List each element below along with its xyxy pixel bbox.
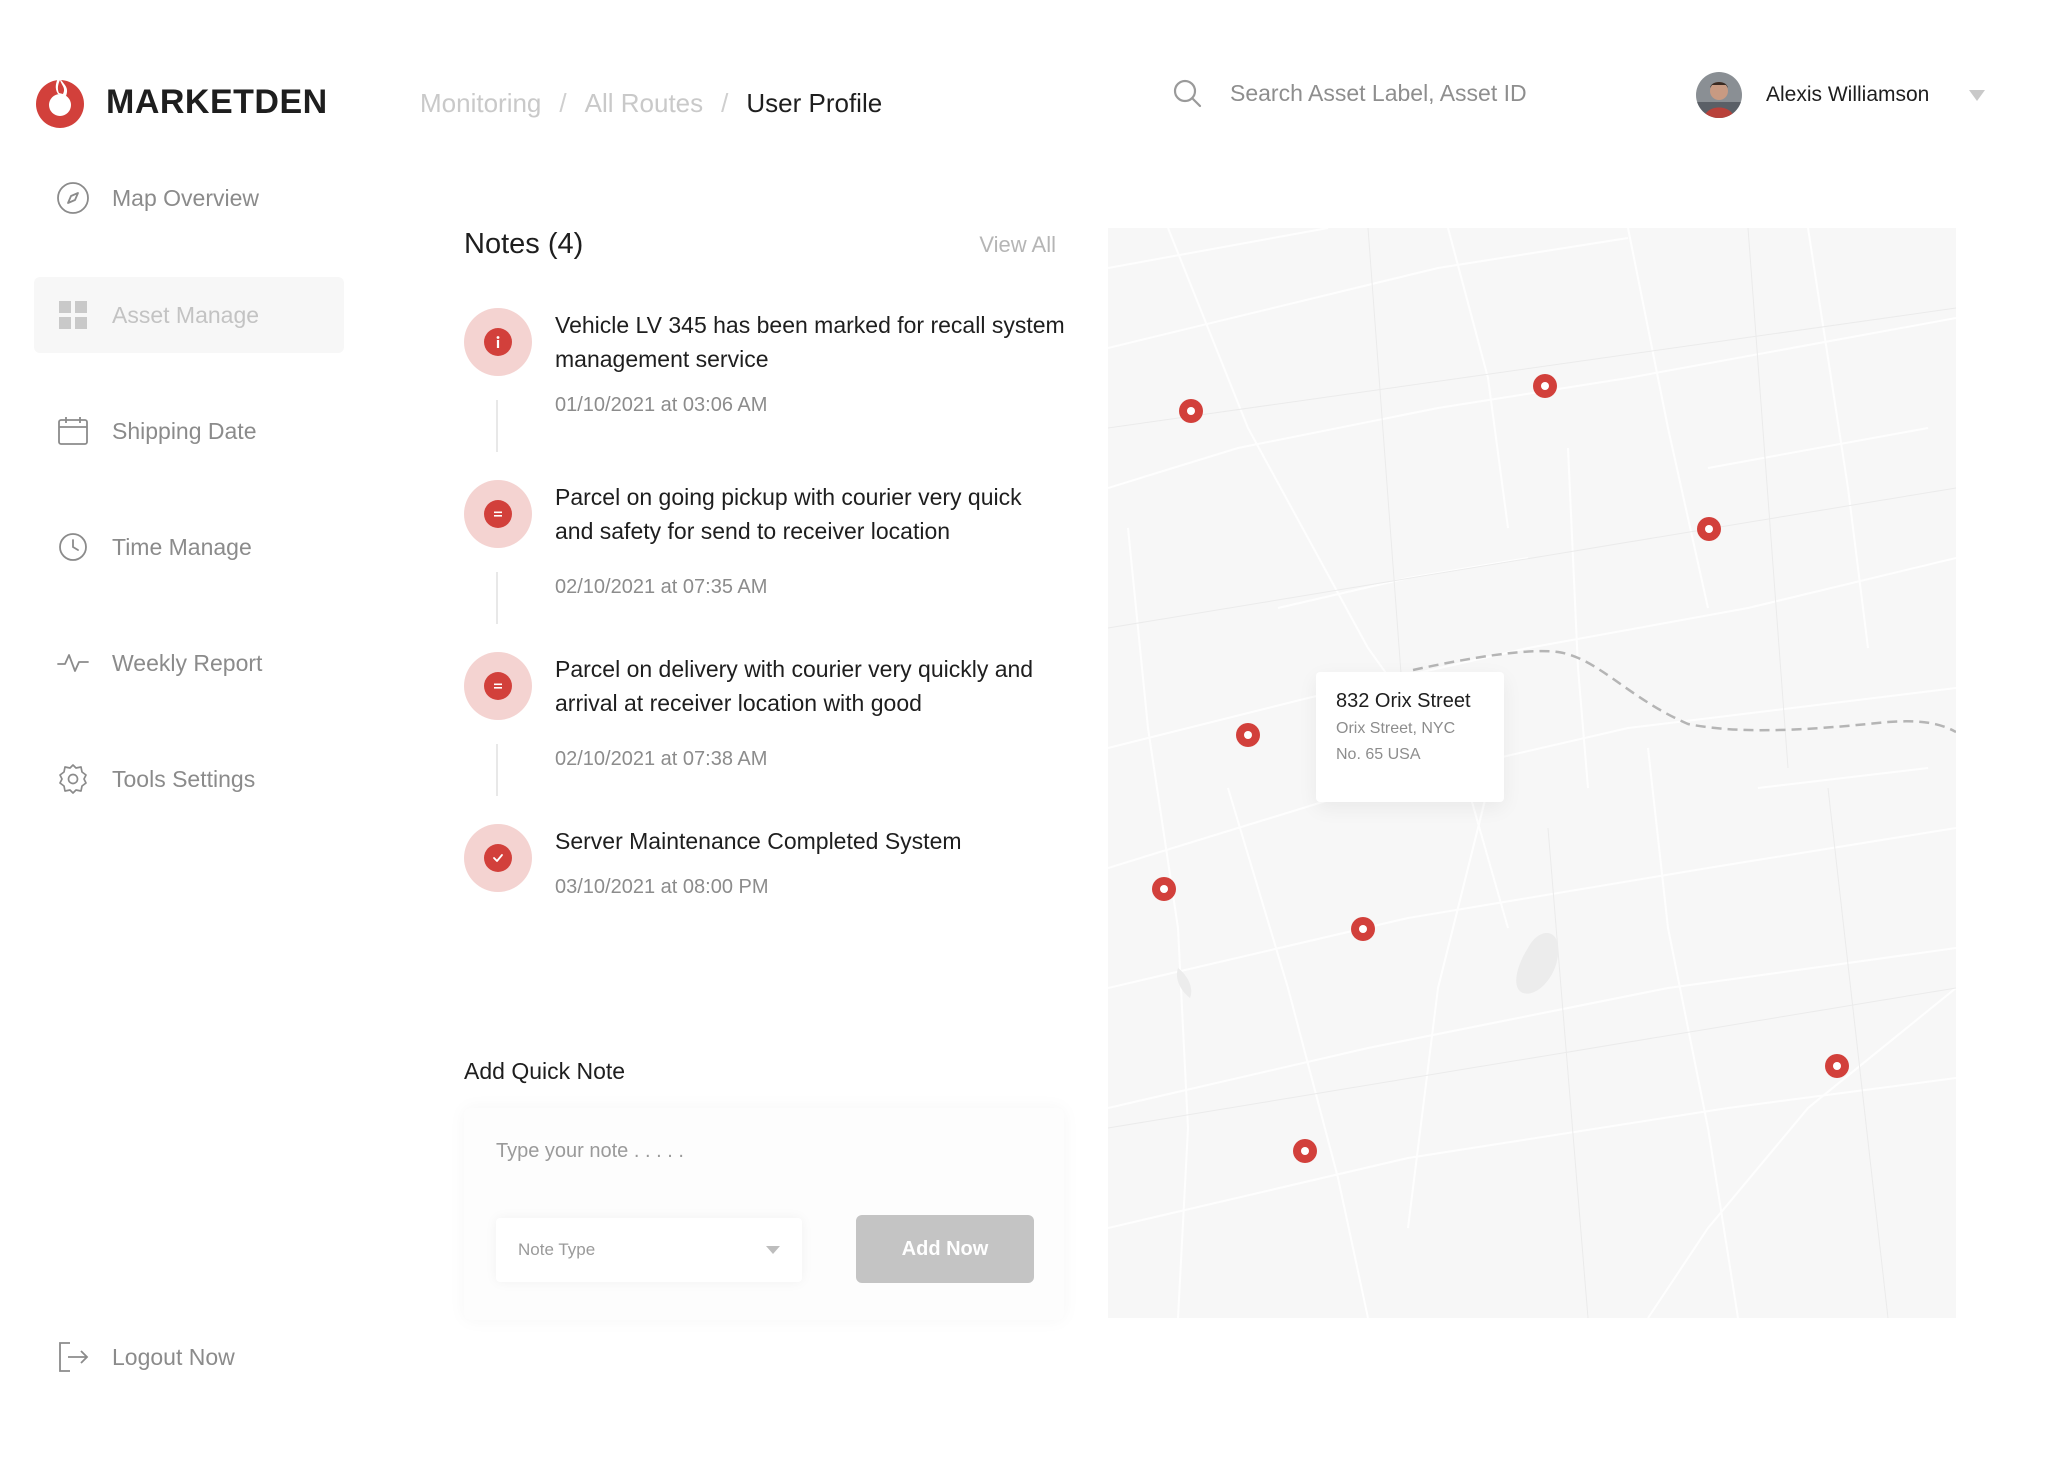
chevron-down-icon xyxy=(766,1246,780,1254)
location-address: No. 65 USA xyxy=(1336,746,1421,763)
sidebar-item-label: Time Manage xyxy=(112,533,252,560)
quick-note-card: Note Type Add Now xyxy=(464,1108,1064,1320)
notes-header: Notes (4) View All xyxy=(464,228,1056,261)
map-pin[interactable] xyxy=(1236,723,1260,747)
sidebar-item-time-manage[interactable]: Time Manage xyxy=(34,509,344,585)
app-name: MARKETDEN xyxy=(106,82,328,121)
note-badge xyxy=(464,652,532,720)
map-pin[interactable] xyxy=(1293,1139,1317,1163)
note-title: Parcel on delivery with courier very qui… xyxy=(555,656,1034,716)
info-icon xyxy=(484,328,512,356)
breadcrumb-monitoring[interactable]: Monitoring xyxy=(420,88,541,119)
pulse-icon xyxy=(56,646,90,680)
note-type-label: Note Type xyxy=(518,1240,596,1259)
user-menu[interactable]: Alexis Williamson xyxy=(1696,72,1986,118)
quick-note-title: Add Quick Note xyxy=(464,1058,626,1084)
sidebar-item-asset-manage[interactable]: Asset Manage xyxy=(34,277,344,353)
breadcrumb-separator: / xyxy=(721,88,729,118)
map-view[interactable]: 832 Orix Street Orix Street, NYC No. 65 … xyxy=(1108,228,1956,1318)
compass-icon xyxy=(56,181,90,215)
note-time: 02/10/2021 at 07:35 AM xyxy=(555,576,768,598)
note-time: 03/10/2021 at 08:00 PM xyxy=(555,876,769,898)
logout-icon xyxy=(56,1340,90,1374)
add-now-button[interactable]: Add Now xyxy=(856,1215,1034,1283)
note-badge xyxy=(464,480,532,548)
calendar-icon xyxy=(56,414,90,448)
chat-icon xyxy=(484,500,512,528)
grid-icon xyxy=(56,298,90,332)
timeline-connector xyxy=(496,744,498,796)
note-title: Vehicle LV 345 has been marked for recal… xyxy=(555,312,1065,372)
location-title: 832 Orix Street xyxy=(1336,690,1471,712)
note-input[interactable] xyxy=(496,1140,1026,1163)
note-time: 01/10/2021 at 03:06 AM xyxy=(555,394,768,416)
timeline-connector xyxy=(496,572,498,624)
note-title: Server Maintenance Completed System xyxy=(555,828,962,854)
map-streets xyxy=(1108,228,1956,1318)
sidebar-item-label: Weekly Report xyxy=(112,649,263,676)
search-icon[interactable] xyxy=(1172,78,1202,108)
breadcrumb-all-routes[interactable]: All Routes xyxy=(585,88,704,119)
notes-title: Notes (4) xyxy=(464,228,584,260)
map-pin[interactable] xyxy=(1152,877,1176,901)
check-icon xyxy=(484,844,512,872)
map-pin[interactable] xyxy=(1697,517,1721,541)
map-pin[interactable] xyxy=(1533,374,1557,398)
note-badge xyxy=(464,824,532,892)
map-pin[interactable] xyxy=(1351,917,1375,941)
user-name: Alexis Williamson xyxy=(1766,83,1930,106)
view-all-link[interactable]: View All xyxy=(979,232,1056,258)
search-input[interactable] xyxy=(1230,79,1650,107)
sidebar-item-label: Asset Manage xyxy=(112,301,260,328)
breadcrumb-separator: / xyxy=(559,88,567,118)
app-logo[interactable]: MARKETDEN xyxy=(32,74,328,130)
sidebar-item-label: Tools Settings xyxy=(112,765,256,792)
note-title: Parcel on going pickup with courier very… xyxy=(555,484,1022,544)
logout-label: Logout Now xyxy=(112,1343,235,1370)
sidebar-item-label: Shipping Date xyxy=(112,417,257,444)
chat-icon xyxy=(484,672,512,700)
sidebar-item-map-overview[interactable]: Map Overview xyxy=(34,160,344,236)
sidebar-item-tools-settings[interactable]: Tools Settings xyxy=(34,741,344,817)
logo-icon xyxy=(36,76,84,128)
map-pin[interactable] xyxy=(1179,399,1203,423)
sidebar-item-weekly-report[interactable]: Weekly Report xyxy=(34,625,344,701)
logout-button[interactable]: Logout Now xyxy=(56,1340,235,1374)
search-bar xyxy=(1172,78,1650,108)
location-card[interactable]: 832 Orix Street Orix Street, NYC No. 65 … xyxy=(1316,672,1504,802)
timeline-connector xyxy=(496,400,498,452)
avatar[interactable] xyxy=(1696,72,1742,118)
chevron-down-icon[interactable] xyxy=(1969,89,1986,101)
map-pin[interactable] xyxy=(1825,1054,1849,1078)
gear-icon xyxy=(56,762,90,796)
sidebar-item-shipping-date[interactable]: Shipping Date xyxy=(34,393,344,469)
breadcrumb-user-profile: User Profile xyxy=(746,88,883,118)
breadcrumb: Monitoring / All Routes / User Profile xyxy=(420,88,882,119)
note-time: 02/10/2021 at 07:38 AM xyxy=(555,748,768,770)
note-type-select[interactable]: Note Type xyxy=(496,1218,802,1282)
sidebar-item-label: Map Overview xyxy=(112,184,259,211)
location-address: Orix Street, NYC xyxy=(1336,720,1456,737)
note-badge xyxy=(464,308,532,376)
clock-icon xyxy=(56,530,90,564)
